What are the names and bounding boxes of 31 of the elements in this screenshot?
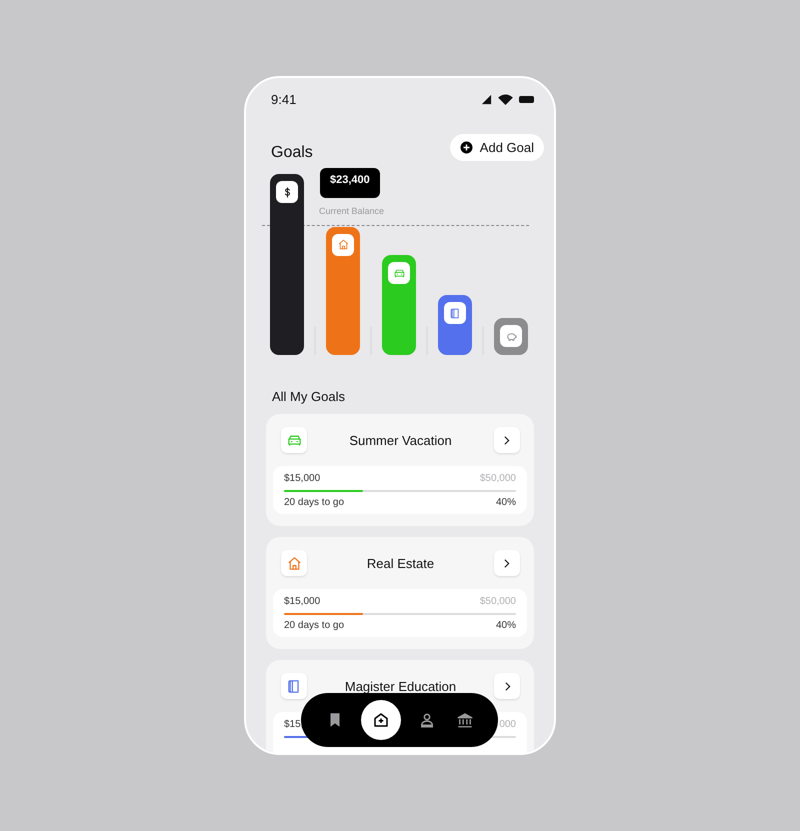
clock-time: 9:41 xyxy=(271,92,296,106)
house-icon xyxy=(286,554,302,572)
saved-amount: $15,000 xyxy=(284,596,320,607)
house-icon xyxy=(336,238,350,251)
add-goal-button[interactable]: Add Goal xyxy=(450,134,544,160)
goal-card[interactable]: Real Estate $15,000 $50,000 20 days to go 40% xyxy=(266,537,534,649)
goal-title: Summer Vacation xyxy=(349,432,452,448)
saved-amount: $15,000 xyxy=(284,473,320,484)
goal-title: Real Estate xyxy=(366,556,434,570)
days-remaining: 20 days to go xyxy=(284,620,344,631)
days-remaining: 20 days to go xyxy=(284,497,344,508)
wifi-icon xyxy=(498,94,513,104)
plus-circle-icon xyxy=(460,140,473,154)
goal-bar[interactable] xyxy=(270,174,304,355)
section-title: All My Goals xyxy=(272,389,346,404)
home-plus-icon xyxy=(372,711,390,729)
book-icon xyxy=(448,306,462,320)
target-amount: $50,000 xyxy=(480,473,516,484)
progress-percent: 40% xyxy=(496,620,516,631)
page-title: Goals xyxy=(271,144,313,162)
progress-percent: 40% xyxy=(496,497,516,508)
goal-title: Magister Education xyxy=(344,678,456,694)
target-amount: $50,000 xyxy=(480,596,516,607)
target-amount: 000 xyxy=(499,719,516,730)
signal-icon xyxy=(481,94,492,104)
balance-label: Current Balance xyxy=(319,206,384,216)
bank-icon xyxy=(456,711,474,729)
balance-tooltip: $23,400 xyxy=(320,168,380,198)
goal-card[interactable]: Summer Vacation $15,000 $50,000 20 days to go 40% xyxy=(266,414,534,526)
nav-button[interactable] xyxy=(360,700,400,740)
battery-icon xyxy=(519,96,534,102)
